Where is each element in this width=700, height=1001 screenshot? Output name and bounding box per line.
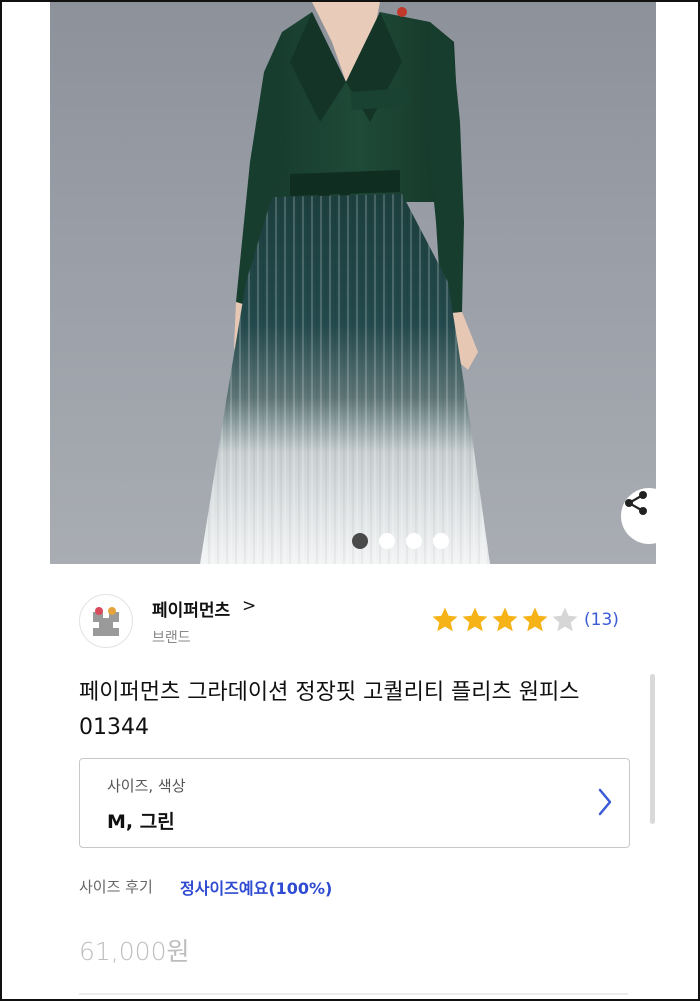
size-review-value[interactable]: 정사이즈예요(100%): [180, 875, 332, 899]
scrollbar[interactable]: [650, 674, 655, 824]
option-label: 사이즈, 색상: [107, 777, 186, 795]
product-price: 61,000원: [79, 937, 190, 966]
product-image[interactable]: [50, 2, 656, 564]
star-empty-icon: [552, 607, 578, 632]
review-count[interactable]: (13): [584, 610, 619, 630]
divider: [79, 993, 628, 995]
gallery-pagination: [352, 533, 449, 549]
option-value: M, 그린: [107, 811, 175, 833]
brand-name[interactable]: 페이퍼먼츠: [152, 596, 230, 621]
pagination-dot[interactable]: [379, 533, 395, 549]
star-filled-icon: [522, 607, 548, 632]
brand-logo[interactable]: [79, 594, 133, 648]
product-page: 페이퍼먼츠 > 브랜드 (13) 페이퍼먼츠 그라데이션 정장핏 고퀄리티 플리…: [0, 0, 700, 1001]
chevron-right-icon[interactable]: [597, 787, 613, 821]
size-review-label: 사이즈 후기: [79, 878, 153, 896]
pagination-dot[interactable]: [433, 533, 449, 549]
pagination-dot[interactable]: [406, 533, 422, 549]
product-photo: [200, 2, 490, 564]
star-filled-icon: [492, 607, 518, 632]
brand-subtitle: 브랜드: [152, 630, 191, 646]
option-selector[interactable]: 사이즈, 색상 M, 그린: [79, 758, 630, 848]
brand-logo-icon: [93, 607, 119, 636]
rating[interactable]: (13): [430, 605, 619, 635]
brand-chevron-icon[interactable]: >: [242, 596, 256, 616]
pagination-dot-active[interactable]: [352, 533, 368, 549]
product-title: 페이퍼먼츠 그라데이션 정장핏 고퀄리티 플리츠 원피스 01344: [79, 680, 580, 740]
star-filled-icon: [462, 607, 488, 632]
share-icon: [625, 491, 647, 515]
star-filled-icon: [432, 607, 458, 632]
